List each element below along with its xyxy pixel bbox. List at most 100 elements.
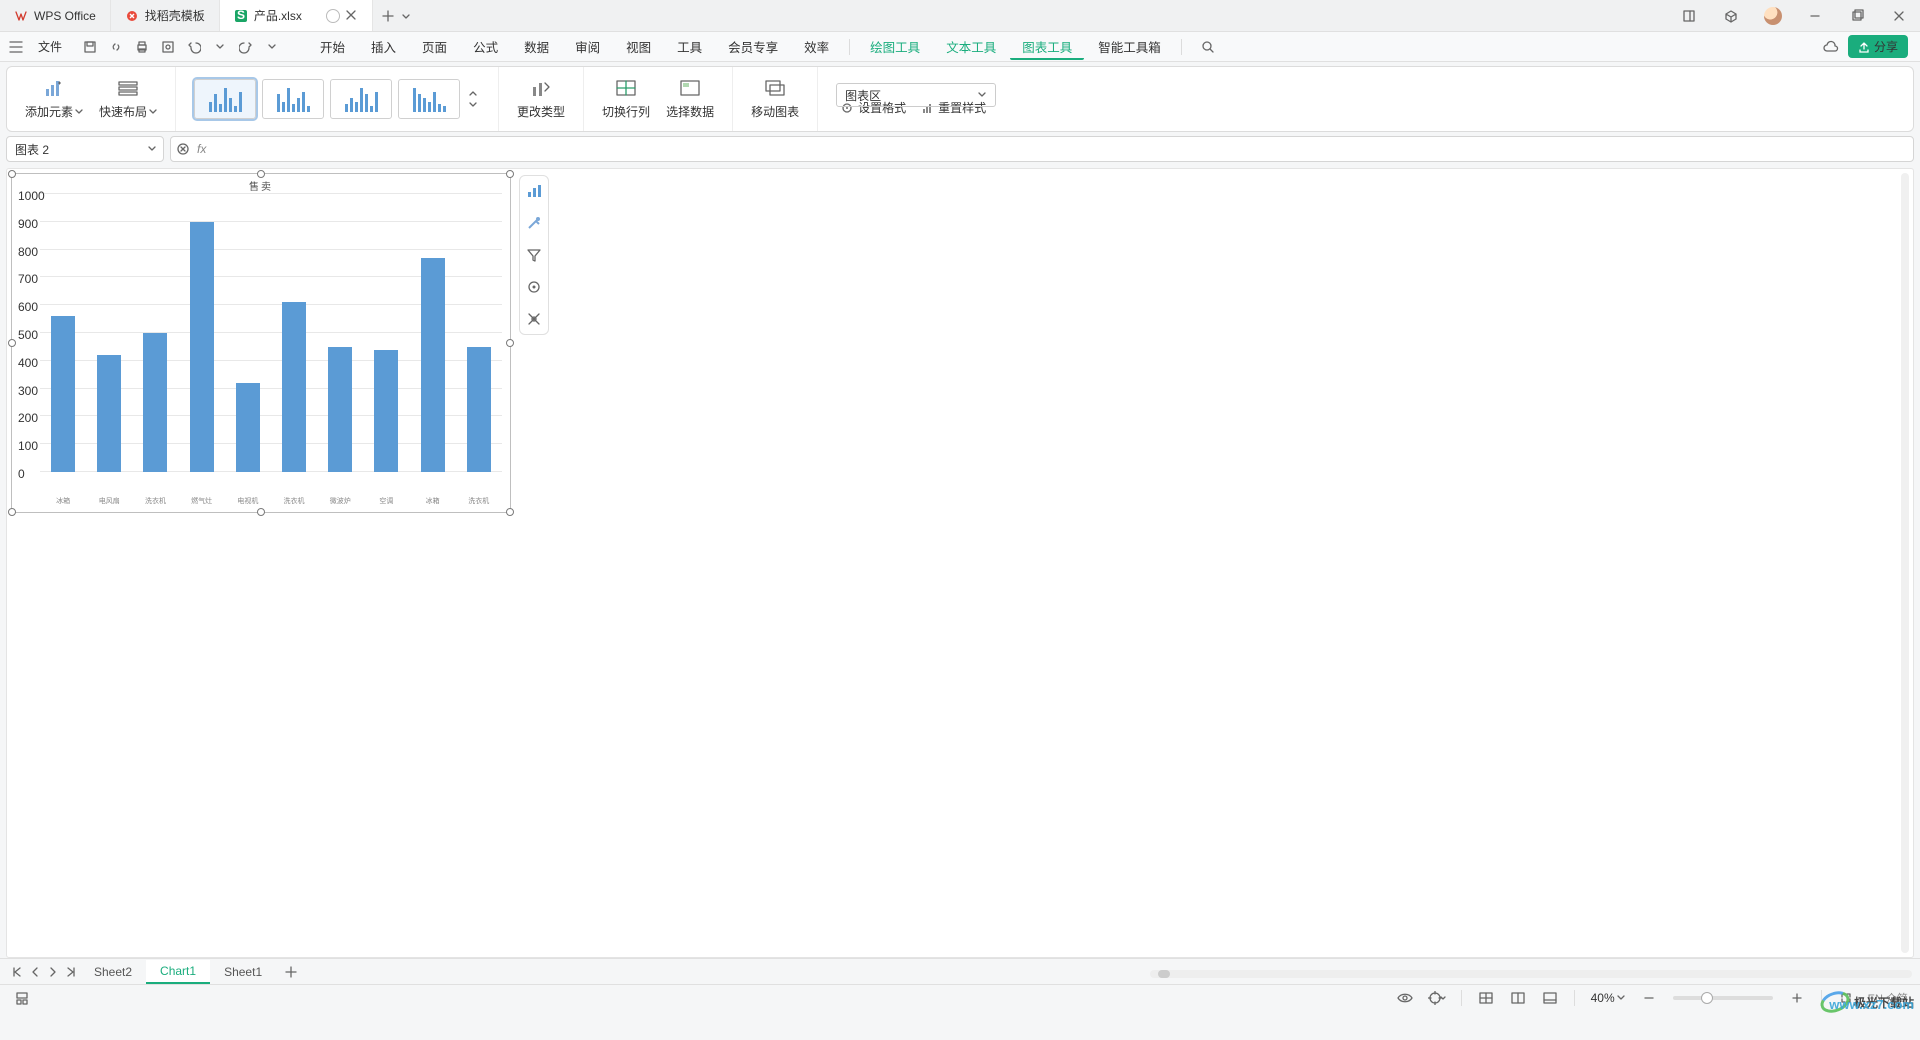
- qat-more-dropdown[interactable]: [260, 35, 284, 59]
- chart-style-1[interactable]: [194, 79, 256, 119]
- chart-bar[interactable]: [51, 316, 75, 472]
- document-tab[interactable]: S 产品.xlsx: [220, 0, 373, 31]
- link-icon[interactable]: [104, 35, 128, 59]
- sheet-nav-prev[interactable]: [26, 963, 44, 981]
- view-normal-icon[interactable]: [1474, 988, 1498, 1008]
- chart-bar[interactable]: [467, 347, 491, 472]
- redo-icon[interactable]: [234, 35, 258, 59]
- status-layout-icon[interactable]: [10, 988, 34, 1008]
- sheet-tab[interactable]: Sheet2: [80, 961, 146, 983]
- undo-dropdown[interactable]: [208, 35, 232, 59]
- resize-handle[interactable]: [506, 170, 514, 178]
- close-window-button[interactable]: [1878, 0, 1920, 32]
- chart-elements-icon[interactable]: [523, 180, 545, 202]
- zoom-slider[interactable]: [1673, 996, 1773, 1000]
- file-menu[interactable]: 文件: [28, 38, 72, 55]
- undo-icon[interactable]: [182, 35, 206, 59]
- menu-start[interactable]: 开始: [308, 33, 357, 60]
- sheet-nav-first[interactable]: [8, 963, 26, 981]
- minimize-button[interactable]: [1794, 0, 1836, 32]
- chart-bar[interactable]: [236, 383, 260, 472]
- chart-object[interactable]: 售卖 01002003004005006007008009001000 冰箱电风…: [11, 173, 511, 513]
- cloud-icon[interactable]: [1822, 40, 1840, 54]
- move-chart-button[interactable]: 移动图表: [743, 78, 807, 120]
- new-tab-button[interactable]: [381, 9, 395, 23]
- chart-style-3[interactable]: [330, 79, 392, 119]
- name-box[interactable]: 图表 2: [6, 136, 164, 162]
- menu-member[interactable]: 会员专享: [716, 33, 790, 60]
- hamburger-menu[interactable]: [4, 41, 28, 53]
- resize-handle[interactable]: [257, 170, 265, 178]
- resize-handle[interactable]: [8, 339, 16, 347]
- add-sheet-button[interactable]: [282, 963, 300, 981]
- resize-handle[interactable]: [257, 508, 265, 516]
- chart-style-icon[interactable]: [523, 212, 545, 234]
- vertical-scrollbar[interactable]: [1899, 173, 1911, 953]
- resize-handle[interactable]: [8, 170, 16, 178]
- chart-smart-icon[interactable]: [523, 308, 545, 330]
- quick-layout-button[interactable]: 快速布局: [91, 78, 165, 120]
- user-avatar[interactable]: [1752, 0, 1794, 32]
- zoom-slider-knob[interactable]: [1701, 992, 1713, 1004]
- menu-draw-tools[interactable]: 绘图工具: [858, 33, 932, 60]
- maximize-button[interactable]: [1836, 0, 1878, 32]
- add-element-button[interactable]: 添加元素: [17, 78, 91, 120]
- change-type-button[interactable]: 更改类型: [509, 78, 573, 120]
- chart-bar[interactable]: [282, 302, 306, 472]
- menu-review[interactable]: 审阅: [563, 33, 612, 60]
- menu-text-tools[interactable]: 文本工具: [934, 33, 1008, 60]
- chart-bar[interactable]: [374, 350, 398, 472]
- sheet-nav-next[interactable]: [44, 963, 62, 981]
- switch-rowcol-button[interactable]: 切换行列: [594, 78, 658, 120]
- formula-bar[interactable]: fx: [170, 136, 1914, 162]
- app-tab-wps[interactable]: WPS Office: [0, 0, 111, 31]
- menu-page[interactable]: 页面: [410, 33, 459, 60]
- view-reading-icon[interactable]: [1538, 988, 1562, 1008]
- print-icon[interactable]: [130, 35, 154, 59]
- style-gallery-more[interactable]: [466, 79, 480, 119]
- view-pagebreak-icon[interactable]: [1506, 988, 1530, 1008]
- resize-handle[interactable]: [8, 508, 16, 516]
- chart-bar[interactable]: [190, 222, 214, 472]
- chart-settings-icon[interactable]: [523, 276, 545, 298]
- menu-smart-tools[interactable]: 智能工具箱: [1086, 33, 1173, 60]
- fx-icon[interactable]: fx: [197, 142, 206, 156]
- horizontal-scrollbar[interactable]: [1150, 970, 1912, 980]
- menu-chart-tools[interactable]: 图表工具: [1010, 33, 1084, 60]
- chart-area-select[interactable]: 图表区: [836, 83, 996, 107]
- chart-style-4[interactable]: [398, 79, 460, 119]
- cancel-formula-icon[interactable]: [177, 143, 189, 155]
- chart-plot-area[interactable]: 01002003004005006007008009001000: [40, 194, 502, 472]
- eye-icon[interactable]: [1393, 988, 1417, 1008]
- tab-menu-button[interactable]: [401, 11, 411, 21]
- zoom-in-button[interactable]: [1785, 988, 1809, 1008]
- comments-icon[interactable]: [326, 9, 340, 23]
- share-button[interactable]: 分享: [1848, 35, 1908, 58]
- sheet-tab[interactable]: Sheet1: [210, 961, 276, 983]
- menu-insert[interactable]: 插入: [359, 33, 408, 60]
- save-icon[interactable]: [78, 35, 102, 59]
- select-data-button[interactable]: 选择数据: [658, 78, 722, 120]
- zoom-out-button[interactable]: [1637, 988, 1661, 1008]
- menu-data[interactable]: 数据: [512, 33, 561, 60]
- app-tab-docer[interactable]: 找稻壳模板: [111, 0, 220, 31]
- chart-bar[interactable]: [421, 258, 445, 472]
- menu-tools[interactable]: 工具: [665, 33, 714, 60]
- chart-bar[interactable]: [143, 333, 167, 472]
- chart-bar[interactable]: [97, 355, 121, 472]
- chart-style-2[interactable]: [262, 79, 324, 119]
- resize-handle[interactable]: [506, 339, 514, 347]
- sheet-tab[interactable]: Chart1: [146, 960, 210, 984]
- menu-view[interactable]: 视图: [614, 33, 663, 60]
- zoom-value[interactable]: 40%: [1585, 991, 1631, 1005]
- panel-icon[interactable]: [1668, 0, 1710, 32]
- menu-formula[interactable]: 公式: [461, 33, 510, 60]
- sheet-nav-last[interactable]: [62, 963, 80, 981]
- resize-handle[interactable]: [506, 508, 514, 516]
- print-preview-icon[interactable]: [156, 35, 180, 59]
- cube-icon[interactable]: [1710, 0, 1752, 32]
- search-icon[interactable]: [1196, 35, 1220, 59]
- chart-bar[interactable]: [328, 347, 352, 472]
- menu-efficiency[interactable]: 效率: [792, 33, 841, 60]
- chart-filter-icon[interactable]: [523, 244, 545, 266]
